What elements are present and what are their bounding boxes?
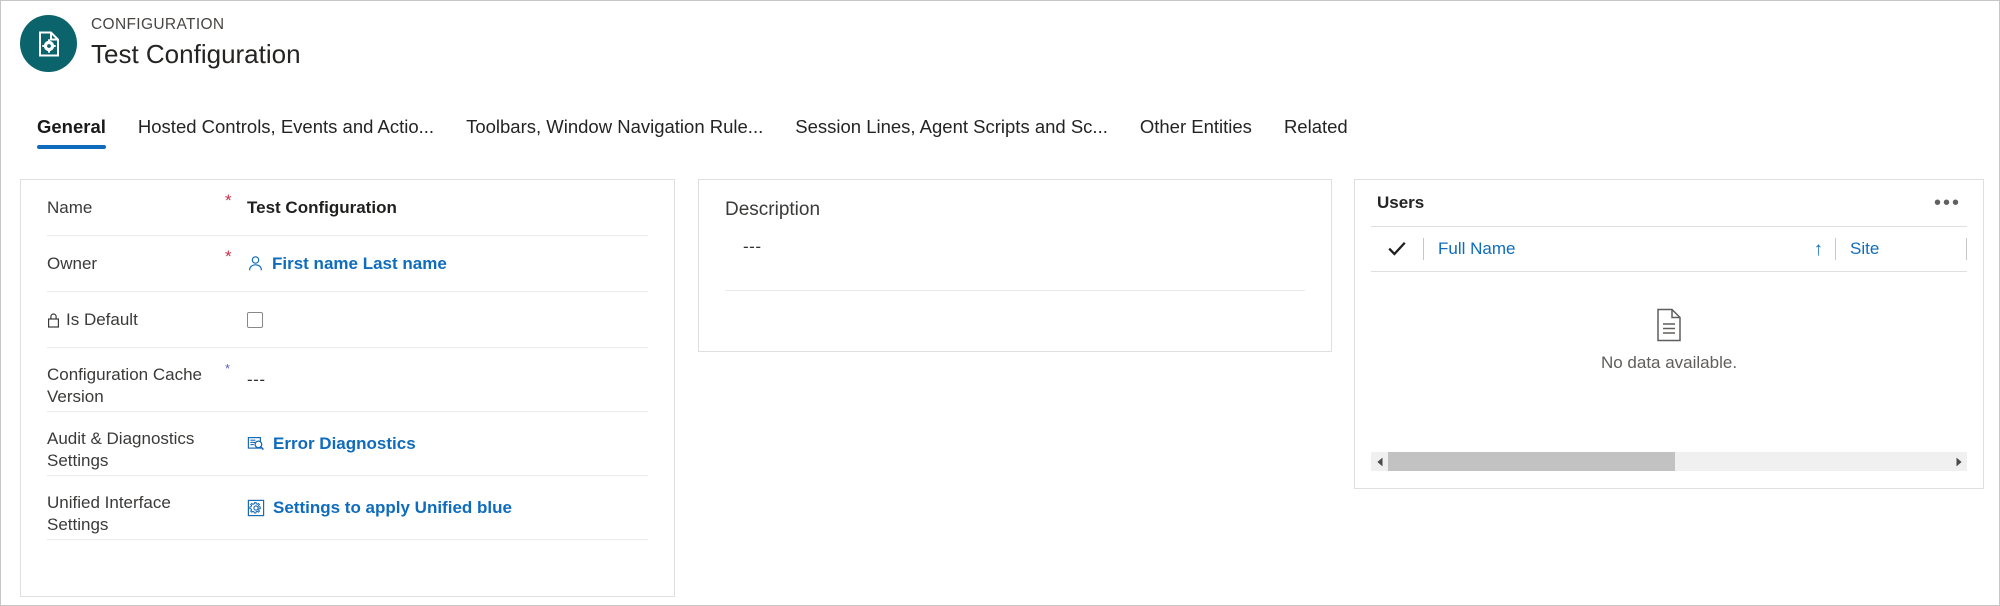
field-label-is-default: Is Default bbox=[47, 309, 225, 331]
tab-general[interactable]: General bbox=[21, 113, 122, 151]
description-panel: Description --- bbox=[698, 179, 1332, 352]
configuration-form-window: CONFIGURATION Test Configuration General… bbox=[0, 0, 2000, 606]
users-grid-header: Users ••• bbox=[1355, 180, 1983, 226]
field-label-owner: Owner bbox=[47, 253, 98, 273]
field-label-unified-interface: Unified Interface Settings bbox=[47, 492, 171, 534]
general-fields-panel: Name * Test Configuration Owner * First … bbox=[20, 179, 675, 597]
column-divider bbox=[1966, 238, 1967, 260]
field-value-audit-diagnostics[interactable]: Error Diagnostics bbox=[247, 433, 648, 455]
record-header-text: CONFIGURATION Test Configuration bbox=[91, 15, 301, 70]
tab-hosted-controls[interactable]: Hosted Controls, Events and Actio... bbox=[122, 113, 450, 151]
form-body: Name * Test Configuration Owner * First … bbox=[1, 179, 1999, 599]
field-row-is-default: Is Default * bbox=[47, 292, 648, 348]
field-value-unified-interface[interactable]: Settings to apply Unified blue bbox=[247, 497, 648, 519]
required-indicator-config-cache-version: * bbox=[225, 361, 231, 376]
caret-left-icon[interactable] bbox=[1371, 457, 1388, 467]
entity-type-label: CONFIGURATION bbox=[91, 16, 225, 33]
field-row-unified-interface: Unified Interface Settings * Settings to… bbox=[47, 476, 648, 540]
required-indicator-owner: * bbox=[225, 247, 232, 266]
required-indicator-unified-interface: * bbox=[225, 476, 247, 504]
scrollbar-thumb[interactable] bbox=[1388, 452, 1675, 471]
field-row-name: Name * Test Configuration bbox=[47, 180, 648, 236]
users-grid-panel: Users ••• Full Name ↑ Site No data avail… bbox=[1354, 179, 1984, 489]
tab-other-entities[interactable]: Other Entities bbox=[1124, 113, 1268, 151]
column-header-site[interactable]: Site bbox=[1836, 238, 1966, 260]
field-row-owner: Owner * First name Last name bbox=[47, 236, 648, 292]
field-row-audit-diagnostics: Audit & Diagnostics Settings * bbox=[47, 412, 648, 476]
field-value-is-default bbox=[247, 311, 648, 328]
unified-interface-link[interactable]: Settings to apply Unified blue bbox=[273, 497, 512, 519]
column-header-full-name[interactable]: Full Name ↑ bbox=[1424, 238, 1835, 260]
scrollbar-track[interactable] bbox=[1388, 452, 1950, 471]
users-grid-empty-state: No data available. bbox=[1355, 272, 1983, 410]
owner-link[interactable]: First name Last name bbox=[272, 253, 447, 275]
users-grid-horizontal-scrollbar[interactable] bbox=[1371, 452, 1967, 471]
page-title: Test Configuration bbox=[91, 39, 301, 69]
select-all-checkmark[interactable] bbox=[1371, 241, 1423, 257]
required-indicator-name: * bbox=[225, 191, 232, 210]
caret-right-icon[interactable] bbox=[1950, 457, 1967, 467]
document-gear-icon bbox=[36, 30, 62, 58]
diagnostics-icon bbox=[247, 435, 265, 453]
gear-square-icon bbox=[247, 499, 265, 517]
record-header: CONFIGURATION Test Configuration bbox=[1, 1, 1999, 111]
entity-avatar bbox=[20, 15, 77, 72]
field-row-config-cache-version: Configuration Cache Version * --- bbox=[47, 348, 648, 412]
users-grid-column-headers: Full Name ↑ Site bbox=[1371, 226, 1967, 272]
is-default-checkbox[interactable] bbox=[247, 311, 263, 328]
form-tab-bar: General Hosted Controls, Events and Acti… bbox=[1, 113, 1999, 161]
required-indicator-audit-diagnostics: * bbox=[225, 412, 247, 440]
tab-toolbars[interactable]: Toolbars, Window Navigation Rule... bbox=[450, 113, 779, 151]
more-options-icon[interactable]: ••• bbox=[1934, 193, 1961, 213]
description-underline bbox=[725, 290, 1305, 291]
field-value-config-cache-version[interactable]: --- bbox=[247, 369, 648, 391]
field-label-name: Name bbox=[47, 197, 93, 217]
field-value-name[interactable]: Test Configuration bbox=[247, 197, 648, 219]
empty-state-text: No data available. bbox=[1600, 353, 1738, 372]
field-label-config-cache-version: Configuration Cache Version bbox=[47, 364, 202, 406]
required-indicator-is-default: * bbox=[225, 292, 247, 320]
tab-session-lines[interactable]: Session Lines, Agent Scripts and Sc... bbox=[779, 113, 1124, 151]
users-grid-title: Users bbox=[1377, 193, 1425, 212]
field-label-audit-diagnostics: Audit & Diagnostics Settings bbox=[47, 428, 195, 470]
sort-ascending-icon: ↑ bbox=[1813, 238, 1824, 260]
lock-icon bbox=[47, 312, 60, 328]
description-value[interactable]: --- bbox=[743, 236, 1331, 258]
person-icon bbox=[247, 255, 264, 272]
tab-related[interactable]: Related bbox=[1268, 113, 1364, 151]
checkmark-icon bbox=[1388, 241, 1406, 257]
field-value-owner[interactable]: First name Last name bbox=[247, 253, 648, 275]
empty-document-icon bbox=[1654, 308, 1684, 342]
audit-diagnostics-link[interactable]: Error Diagnostics bbox=[273, 433, 416, 455]
description-label: Description bbox=[725, 199, 821, 220]
